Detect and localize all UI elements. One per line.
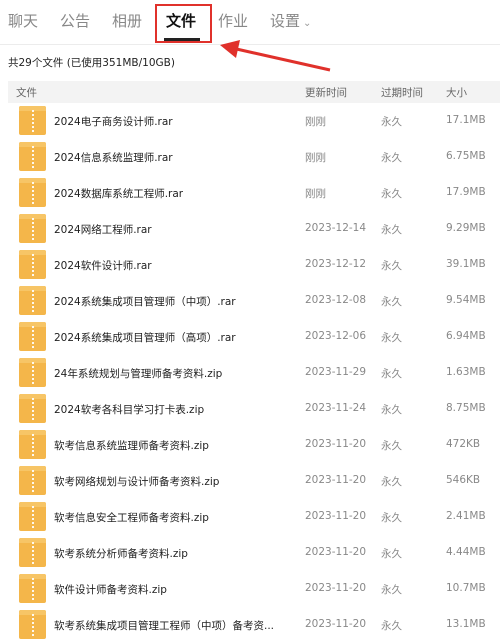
file-name[interactable]: 2024网络工程师.rar	[54, 222, 152, 237]
file-size: 13.1MB	[446, 618, 486, 630]
zip-folder-icon	[19, 106, 46, 135]
file-row[interactable]: 软考网络规划与设计师备考资料.zip 2023-11-20 永久 546KB	[0, 463, 500, 499]
file-expire: 永久	[381, 548, 402, 560]
column-file[interactable]: 文件	[16, 85, 37, 100]
file-size: 9.54MB	[446, 294, 486, 306]
file-updated-time: 2023-11-20	[305, 582, 367, 594]
column-updated[interactable]: 更新时间	[305, 85, 347, 100]
zip-folder-icon	[19, 502, 46, 531]
file-row[interactable]: 2024系统集成项目管理师（中项）.rar 2023-12-08 永久 9.54…	[0, 283, 500, 319]
file-expire: 永久	[381, 152, 402, 164]
file-updated-time: 2023-11-24	[305, 402, 367, 414]
file-expire: 永久	[381, 404, 402, 416]
file-name[interactable]: 软件设计师备考资料.zip	[54, 582, 167, 597]
file-expire: 永久	[381, 440, 402, 452]
column-size[interactable]: 大小	[446, 85, 467, 100]
file-list: 2024电子商务设计师.rar 刚刚 永久 17.1MB 2024信息系统监理师…	[0, 103, 500, 643]
file-expire: 永久	[381, 260, 402, 272]
file-size: 17.9MB	[446, 186, 486, 198]
zip-folder-icon	[19, 322, 46, 351]
file-size: 10.7MB	[446, 582, 486, 594]
file-updated-time: 2023-11-20	[305, 546, 367, 558]
file-updated-time: 刚刚	[305, 188, 326, 200]
file-name[interactable]: 2024软件设计师.rar	[54, 258, 152, 273]
file-row[interactable]: 2024软考各科目学习打卡表.zip 2023-11-24 永久 8.75MB	[0, 391, 500, 427]
zip-folder-icon	[19, 214, 46, 243]
file-row[interactable]: 2024电子商务设计师.rar 刚刚 永久 17.1MB	[0, 103, 500, 139]
file-name[interactable]: 2024软考各科目学习打卡表.zip	[54, 402, 204, 417]
zip-folder-icon	[19, 574, 46, 603]
file-name[interactable]: 软考信息系统监理师备考资料.zip	[54, 438, 209, 453]
file-updated-time: 2023-11-20	[305, 474, 367, 486]
file-updated-time: 2023-11-29	[305, 366, 367, 378]
file-size: 8.75MB	[446, 402, 486, 414]
file-updated-time: 2023-12-12	[305, 258, 367, 270]
zip-folder-icon	[19, 610, 46, 639]
file-updated-time: 2023-11-20	[305, 618, 367, 630]
file-updated-time: 2023-12-14	[305, 222, 367, 234]
file-expire: 永久	[381, 116, 402, 128]
zip-folder-icon	[19, 466, 46, 495]
file-name[interactable]: 软考系统集成项目管理工程师（中项）备考资...	[54, 618, 274, 633]
zip-folder-icon	[19, 178, 46, 207]
zip-folder-icon	[19, 538, 46, 567]
file-updated-time: 刚刚	[305, 116, 326, 128]
file-name[interactable]: 2024数据库系统工程师.rar	[54, 186, 183, 201]
zip-folder-icon	[19, 394, 46, 423]
file-row[interactable]: 2024信息系统监理师.rar 刚刚 永久 6.75MB	[0, 139, 500, 175]
file-expire: 永久	[381, 476, 402, 488]
file-size: 9.29MB	[446, 222, 486, 234]
file-updated-time: 刚刚	[305, 152, 326, 164]
column-expire[interactable]: 过期时间	[381, 85, 423, 100]
file-size: 2.41MB	[446, 510, 486, 522]
file-size: 17.1MB	[446, 114, 486, 126]
file-size: 6.75MB	[446, 150, 486, 162]
file-expire: 永久	[381, 584, 402, 596]
file-updated-time: 2023-12-08	[305, 294, 367, 306]
file-expire: 永久	[381, 296, 402, 308]
file-row[interactable]: 2024数据库系统工程师.rar 刚刚 永久 17.9MB	[0, 175, 500, 211]
file-row[interactable]: 2024软件设计师.rar 2023-12-12 永久 39.1MB	[0, 247, 500, 283]
file-name[interactable]: 软考信息安全工程师备考资料.zip	[54, 510, 209, 525]
file-expire: 永久	[381, 368, 402, 380]
file-expire: 永久	[381, 224, 402, 236]
file-name[interactable]: 2024信息系统监理师.rar	[54, 150, 173, 165]
file-name[interactable]: 软考网络规划与设计师备考资料.zip	[54, 474, 219, 489]
file-size: 4.44MB	[446, 546, 486, 558]
file-name[interactable]: 24年系统规划与管理师备考资料.zip	[54, 366, 222, 381]
file-row[interactable]: 软件设计师备考资料.zip 2023-11-20 永久 10.7MB	[0, 571, 500, 607]
file-updated-time: 2023-11-20	[305, 438, 367, 450]
file-size: 39.1MB	[446, 258, 486, 270]
file-name[interactable]: 软考系统分析师备考资料.zip	[54, 546, 188, 561]
file-expire: 永久	[381, 620, 402, 632]
pointer-arrow	[220, 40, 331, 72]
file-row[interactable]: 软考信息安全工程师备考资料.zip 2023-11-20 永久 2.41MB	[0, 499, 500, 535]
file-row[interactable]: 24年系统规划与管理师备考资料.zip 2023-11-29 永久 1.63MB	[0, 355, 500, 391]
file-expire: 永久	[381, 512, 402, 524]
file-name[interactable]: 2024系统集成项目管理师（高项）.rar	[54, 330, 236, 345]
zip-folder-icon	[19, 142, 46, 171]
file-updated-time: 2023-12-06	[305, 330, 367, 342]
file-row[interactable]: 2024系统集成项目管理师（高项）.rar 2023-12-06 永久 6.94…	[0, 319, 500, 355]
file-size: 6.94MB	[446, 330, 486, 342]
zip-folder-icon	[19, 358, 46, 387]
file-size: 472KB	[446, 438, 481, 450]
file-name[interactable]: 2024系统集成项目管理师（中项）.rar	[54, 294, 236, 309]
file-expire: 永久	[381, 188, 402, 200]
zip-folder-icon	[19, 430, 46, 459]
file-row[interactable]: 2024网络工程师.rar 2023-12-14 永久 9.29MB	[0, 211, 500, 247]
file-size: 546KB	[446, 474, 481, 486]
zip-folder-icon	[19, 250, 46, 279]
file-name[interactable]: 2024电子商务设计师.rar	[54, 114, 173, 129]
file-size: 1.63MB	[446, 366, 486, 378]
table-header: 文件 更新时间 过期时间 大小	[8, 81, 500, 103]
file-expire: 永久	[381, 332, 402, 344]
file-row[interactable]: 软考信息系统监理师备考资料.zip 2023-11-20 永久 472KB	[0, 427, 500, 463]
zip-folder-icon	[19, 286, 46, 315]
file-updated-time: 2023-11-20	[305, 510, 367, 522]
file-summary: 共29个文件 (已使用351MB/10GB)	[8, 57, 175, 69]
file-row[interactable]: 软考系统分析师备考资料.zip 2023-11-20 永久 4.44MB	[0, 535, 500, 571]
